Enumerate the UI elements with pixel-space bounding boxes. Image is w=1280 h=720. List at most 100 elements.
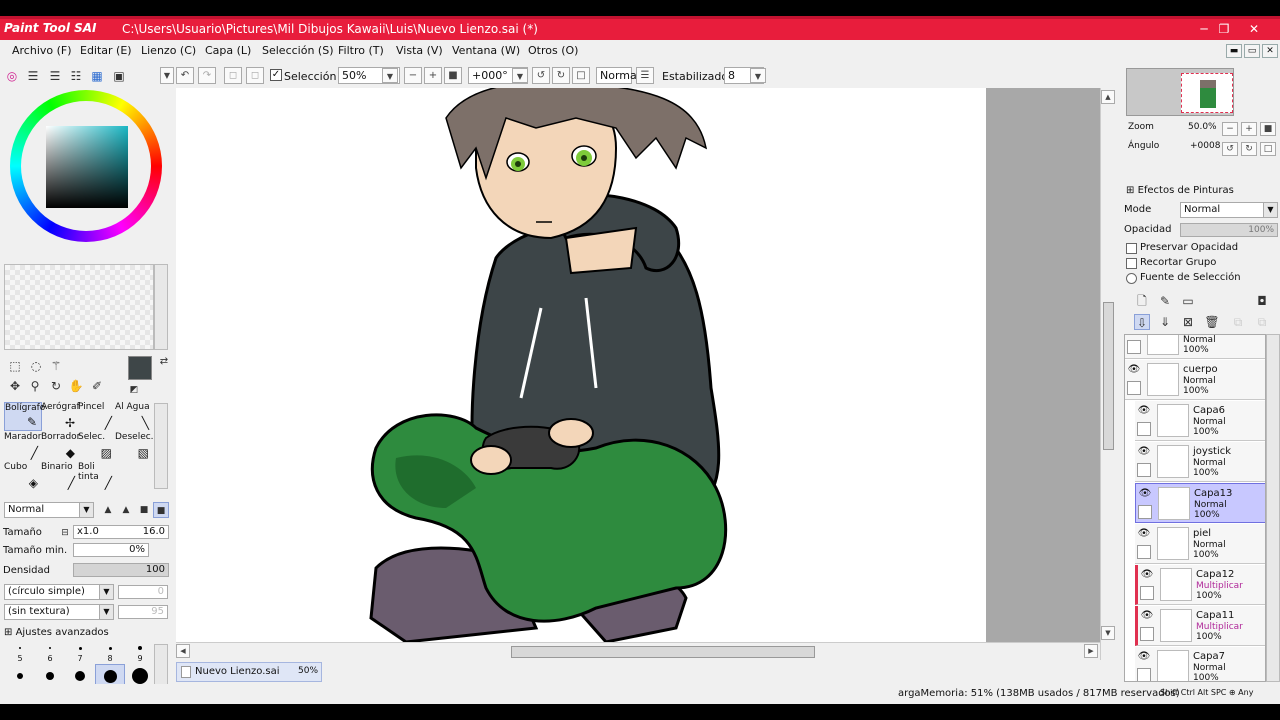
brush-texture-strength[interactable]: 95 xyxy=(118,605,168,619)
rotate-icon[interactable]: ↻ xyxy=(48,378,64,394)
density-slider[interactable]: 100 xyxy=(73,563,169,577)
move-icon[interactable]: ✥ xyxy=(7,378,23,394)
eye-icon[interactable]: 👁 xyxy=(1137,446,1151,458)
nav-zoom-reset-button[interactable]: ■ xyxy=(1260,122,1276,136)
magic-wand-icon[interactable]: ⚚ xyxy=(48,358,64,374)
navigator-preview[interactable] xyxy=(1126,68,1234,116)
brush-size-dot[interactable] xyxy=(78,646,82,650)
menu-vista[interactable]: Vista (V) xyxy=(396,44,443,57)
brush-size-dot[interactable] xyxy=(103,669,117,683)
canvas-area[interactable]: ◀ ▶ ▲ ▼ xyxy=(176,88,1116,660)
zoom-icon[interactable]: ⚲ xyxy=(27,378,43,394)
layer-list[interactable]: 👁Normal100%👁cuerpoNormal100%👁Capa6Normal… xyxy=(1124,334,1266,682)
scroll-down-icon[interactable]: ▼ xyxy=(1101,626,1115,640)
transparent-color-icon[interactable]: ◩ xyxy=(126,382,142,398)
swap-colors-icon[interactable]: ⇄ xyxy=(156,354,172,370)
tool-4[interactable]: Al Agua ╲ xyxy=(115,402,153,431)
brush-shape-select[interactable]: (círculo simple) ▼ xyxy=(4,584,114,600)
menu-filtro[interactable]: Filtro (T) xyxy=(338,44,384,57)
file-tab[interactable]: Nuevo Lienzo.sai 50% xyxy=(176,662,322,682)
menu-ventana[interactable]: Ventana (W) xyxy=(452,44,520,57)
copy-layer-icon[interactable]: ⧉ xyxy=(1230,314,1246,330)
horizontal-scroll-thumb[interactable] xyxy=(511,646,815,658)
merge-down-icon[interactable]: ⇓ xyxy=(1157,314,1173,330)
clear-layer-icon[interactable]: ⊠ xyxy=(1180,314,1196,330)
menu-seleccion[interactable]: Selección (S) xyxy=(262,44,334,57)
layer-lock-checkbox[interactable] xyxy=(1138,505,1152,519)
eye-icon[interactable]: 👁 xyxy=(1127,334,1141,335)
brush-shape-hard-icon[interactable]: ■ xyxy=(136,502,152,518)
preserve-opacity-checkbox[interactable] xyxy=(1126,243,1137,254)
layer-lock-checkbox[interactable] xyxy=(1137,463,1151,477)
tool-grid-scrollbar[interactable] xyxy=(154,403,168,489)
hand-icon[interactable]: ✋ xyxy=(68,378,84,394)
brush-shape-square-icon[interactable]: ■ xyxy=(153,502,169,518)
view-mode-box[interactable]: Normal xyxy=(596,67,640,84)
layer-row[interactable]: 👁 joystick Normal 100% xyxy=(1135,442,1265,482)
layer-lock-checkbox[interactable] xyxy=(1140,586,1154,600)
maximize-button[interactable]: ❐ xyxy=(1210,20,1238,38)
brush-size-scrollbar[interactable] xyxy=(154,644,168,688)
color-mixer-icon[interactable]: ☷ xyxy=(68,68,84,84)
eye-icon[interactable]: 👁 xyxy=(1137,651,1151,663)
tool-6[interactable]: Borrador ◆ xyxy=(41,432,80,461)
menu-archivo[interactable]: Archivo (F) xyxy=(12,44,72,57)
brush-size-dot[interactable] xyxy=(49,647,51,649)
eye-icon[interactable]: 👁 xyxy=(1137,528,1151,540)
saturation-value-square[interactable] xyxy=(46,126,128,208)
zoom-in-button[interactable]: + xyxy=(424,67,442,84)
layer-row[interactable]: 👁 Capa13 Normal 100% xyxy=(1135,483,1265,523)
brush-size-dot[interactable] xyxy=(108,646,112,650)
close-button[interactable]: ✕ xyxy=(1240,20,1268,38)
paste-layer-icon[interactable]: ⧉ xyxy=(1254,314,1270,330)
scratchpad-icon[interactable]: ▣ xyxy=(111,68,127,84)
mdi-close-button[interactable]: ✕ xyxy=(1262,44,1278,58)
transfer-down-icon[interactable]: ⇩ xyxy=(1134,314,1150,330)
redo-button[interactable]: ↷ xyxy=(198,67,216,84)
canvas-vertical-scrollbar[interactable]: ▲ ▼ xyxy=(1100,88,1116,660)
rect-select-icon[interactable]: ⬚ xyxy=(7,358,23,374)
layer-row[interactable]: 👁 Capa11 Multiplicar 100% xyxy=(1135,606,1265,646)
clip-group-checkbox[interactable] xyxy=(1126,258,1137,269)
selection-checkbox[interactable]: ✓ xyxy=(270,69,282,81)
rotate-reset-button[interactable]: □ xyxy=(572,67,590,84)
deselect-button[interactable]: ◻ xyxy=(224,67,242,84)
tool-9[interactable]: Cubo ◈ xyxy=(4,462,42,491)
layer-opacity-slider[interactable]: 100% xyxy=(1180,223,1278,237)
menu-editar[interactable]: Editar (E) xyxy=(80,44,132,57)
layer-lock-checkbox[interactable] xyxy=(1137,668,1151,681)
layer-lock-checkbox[interactable] xyxy=(1137,545,1151,559)
brush-shape-strength[interactable]: 0 xyxy=(118,585,168,599)
scroll-up-icon[interactable]: ▲ xyxy=(1101,90,1115,104)
nav-zoom-in-button[interactable]: + xyxy=(1241,122,1257,136)
tool-1[interactable]: Bolígrafo ✎ xyxy=(4,402,45,431)
brush-size-dot[interactable] xyxy=(132,668,148,684)
mdi-restore-button[interactable]: ▭ xyxy=(1244,44,1260,58)
primary-color-swatch[interactable] xyxy=(128,356,152,380)
layer-row[interactable]: 👁 piel Normal 100% xyxy=(1135,524,1265,564)
toolbar-collapse-icon[interactable]: ▼ xyxy=(160,67,174,84)
brush-shape-soft-icon[interactable]: ▲ xyxy=(100,502,116,518)
tool-3[interactable]: Pincel ╱ xyxy=(78,402,116,431)
nav-rotate-right-button[interactable]: ↻ xyxy=(1241,142,1257,156)
zoom-dropdown-icon[interactable]: ▼ xyxy=(382,68,398,83)
hsv-slider-icon[interactable]: ☰ xyxy=(47,68,63,84)
angle-dropdown-icon[interactable]: ▼ xyxy=(512,68,528,83)
zoom-out-button[interactable]: − xyxy=(404,67,422,84)
menu-lienzo[interactable]: Lienzo (C) xyxy=(141,44,196,57)
nav-rotate-reset-button[interactable]: □ xyxy=(1260,142,1276,156)
menu-capa[interactable]: Capa (L) xyxy=(205,44,251,57)
brush-size-dot[interactable] xyxy=(19,647,21,649)
menu-otros[interactable]: Otros (O) xyxy=(528,44,578,57)
nav-zoom-out-button[interactable]: − xyxy=(1222,122,1238,136)
eye-icon[interactable]: 👁 xyxy=(1140,569,1154,581)
eye-icon[interactable]: 👁 xyxy=(1138,488,1152,500)
layer-row[interactable]: 👁 Capa7 Normal 100% xyxy=(1135,647,1265,681)
layer-row[interactable]: 👁 cuerpo Normal 100% xyxy=(1125,360,1265,400)
mdi-minimize-button[interactable]: ▬ xyxy=(1226,44,1242,58)
undo-button[interactable]: ↶ xyxy=(176,67,194,84)
invert-selection-button[interactable]: ◻ xyxy=(246,67,264,84)
swatches-icon[interactable]: ▦ xyxy=(89,68,105,84)
size-toggle-icon[interactable]: ⊟ xyxy=(57,525,73,541)
tool-8[interactable]: Deselec. ▧ xyxy=(115,432,154,461)
